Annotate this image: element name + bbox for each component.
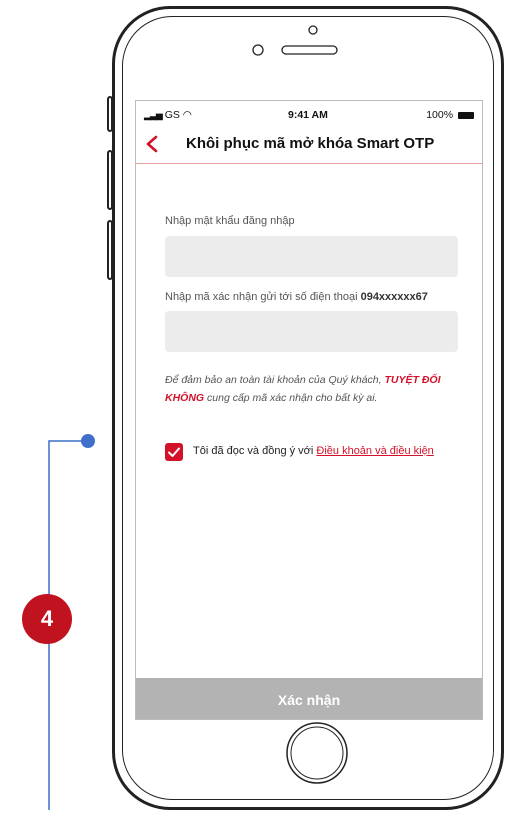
- page-title: Khôi phục mã mở khóa Smart OTP: [186, 135, 435, 152]
- signal-icon: ▂▃▅: [144, 110, 163, 120]
- otp-label-text: Nhập mã xác nhận gửi tới số điện thoại: [165, 291, 361, 303]
- phone-volume-up-button: [107, 150, 113, 210]
- phone-screen: ▂▃▅ GS ◠ 9:41 AM 100% Khôi phục mã mở kh…: [135, 100, 483, 720]
- password-input[interactable]: [165, 236, 458, 277]
- annotation-badge: 4: [22, 594, 72, 644]
- terms-link[interactable]: Điều khoản và điều kiện: [316, 445, 433, 457]
- security-notice: Để đảm bảo an toàn tài khoản của Quý khá…: [165, 371, 465, 407]
- confirm-button[interactable]: Xác nhận: [136, 678, 482, 719]
- terms-label: Tôi đã đọc và đồng ý với Điều khoản và đ…: [193, 445, 434, 457]
- password-label: Nhập mật khẩu đăng nhập: [165, 215, 295, 227]
- notice-text-2: cung cấp mã xác nhận cho bất kỳ ai.: [204, 392, 378, 404]
- status-battery: 100%: [426, 109, 474, 121]
- status-carrier: ▂▃▅ GS ◠: [144, 109, 192, 121]
- terms-text: Tôi đã đọc và đồng ý với: [193, 445, 317, 457]
- phone-mute-switch: [107, 96, 113, 132]
- phone-volume-down-button: [107, 220, 113, 280]
- home-button[interactable]: [284, 720, 350, 786]
- checkmark-icon: [168, 447, 180, 457]
- battery-percent: 100%: [426, 109, 454, 121]
- battery-icon: [458, 111, 474, 119]
- wifi-icon: ◠: [182, 109, 192, 121]
- otp-label: Nhập mã xác nhận gửi tới số điện thoại 0…: [165, 291, 428, 303]
- otp-phone-number: 094xxxxxx67: [360, 291, 428, 303]
- annotation-dot: [81, 434, 95, 448]
- terms-checkbox[interactable]: [165, 443, 183, 461]
- otp-input[interactable]: [165, 311, 458, 352]
- back-chevron-icon[interactable]: [144, 134, 160, 154]
- phone-earpiece: [252, 25, 338, 56]
- status-time: 9:41 AM: [288, 109, 328, 121]
- notice-text-1: Để đảm bảo an toàn tài khoản của Quý khá…: [165, 374, 385, 386]
- carrier-name: GS: [164, 109, 180, 121]
- header-divider: [136, 163, 482, 164]
